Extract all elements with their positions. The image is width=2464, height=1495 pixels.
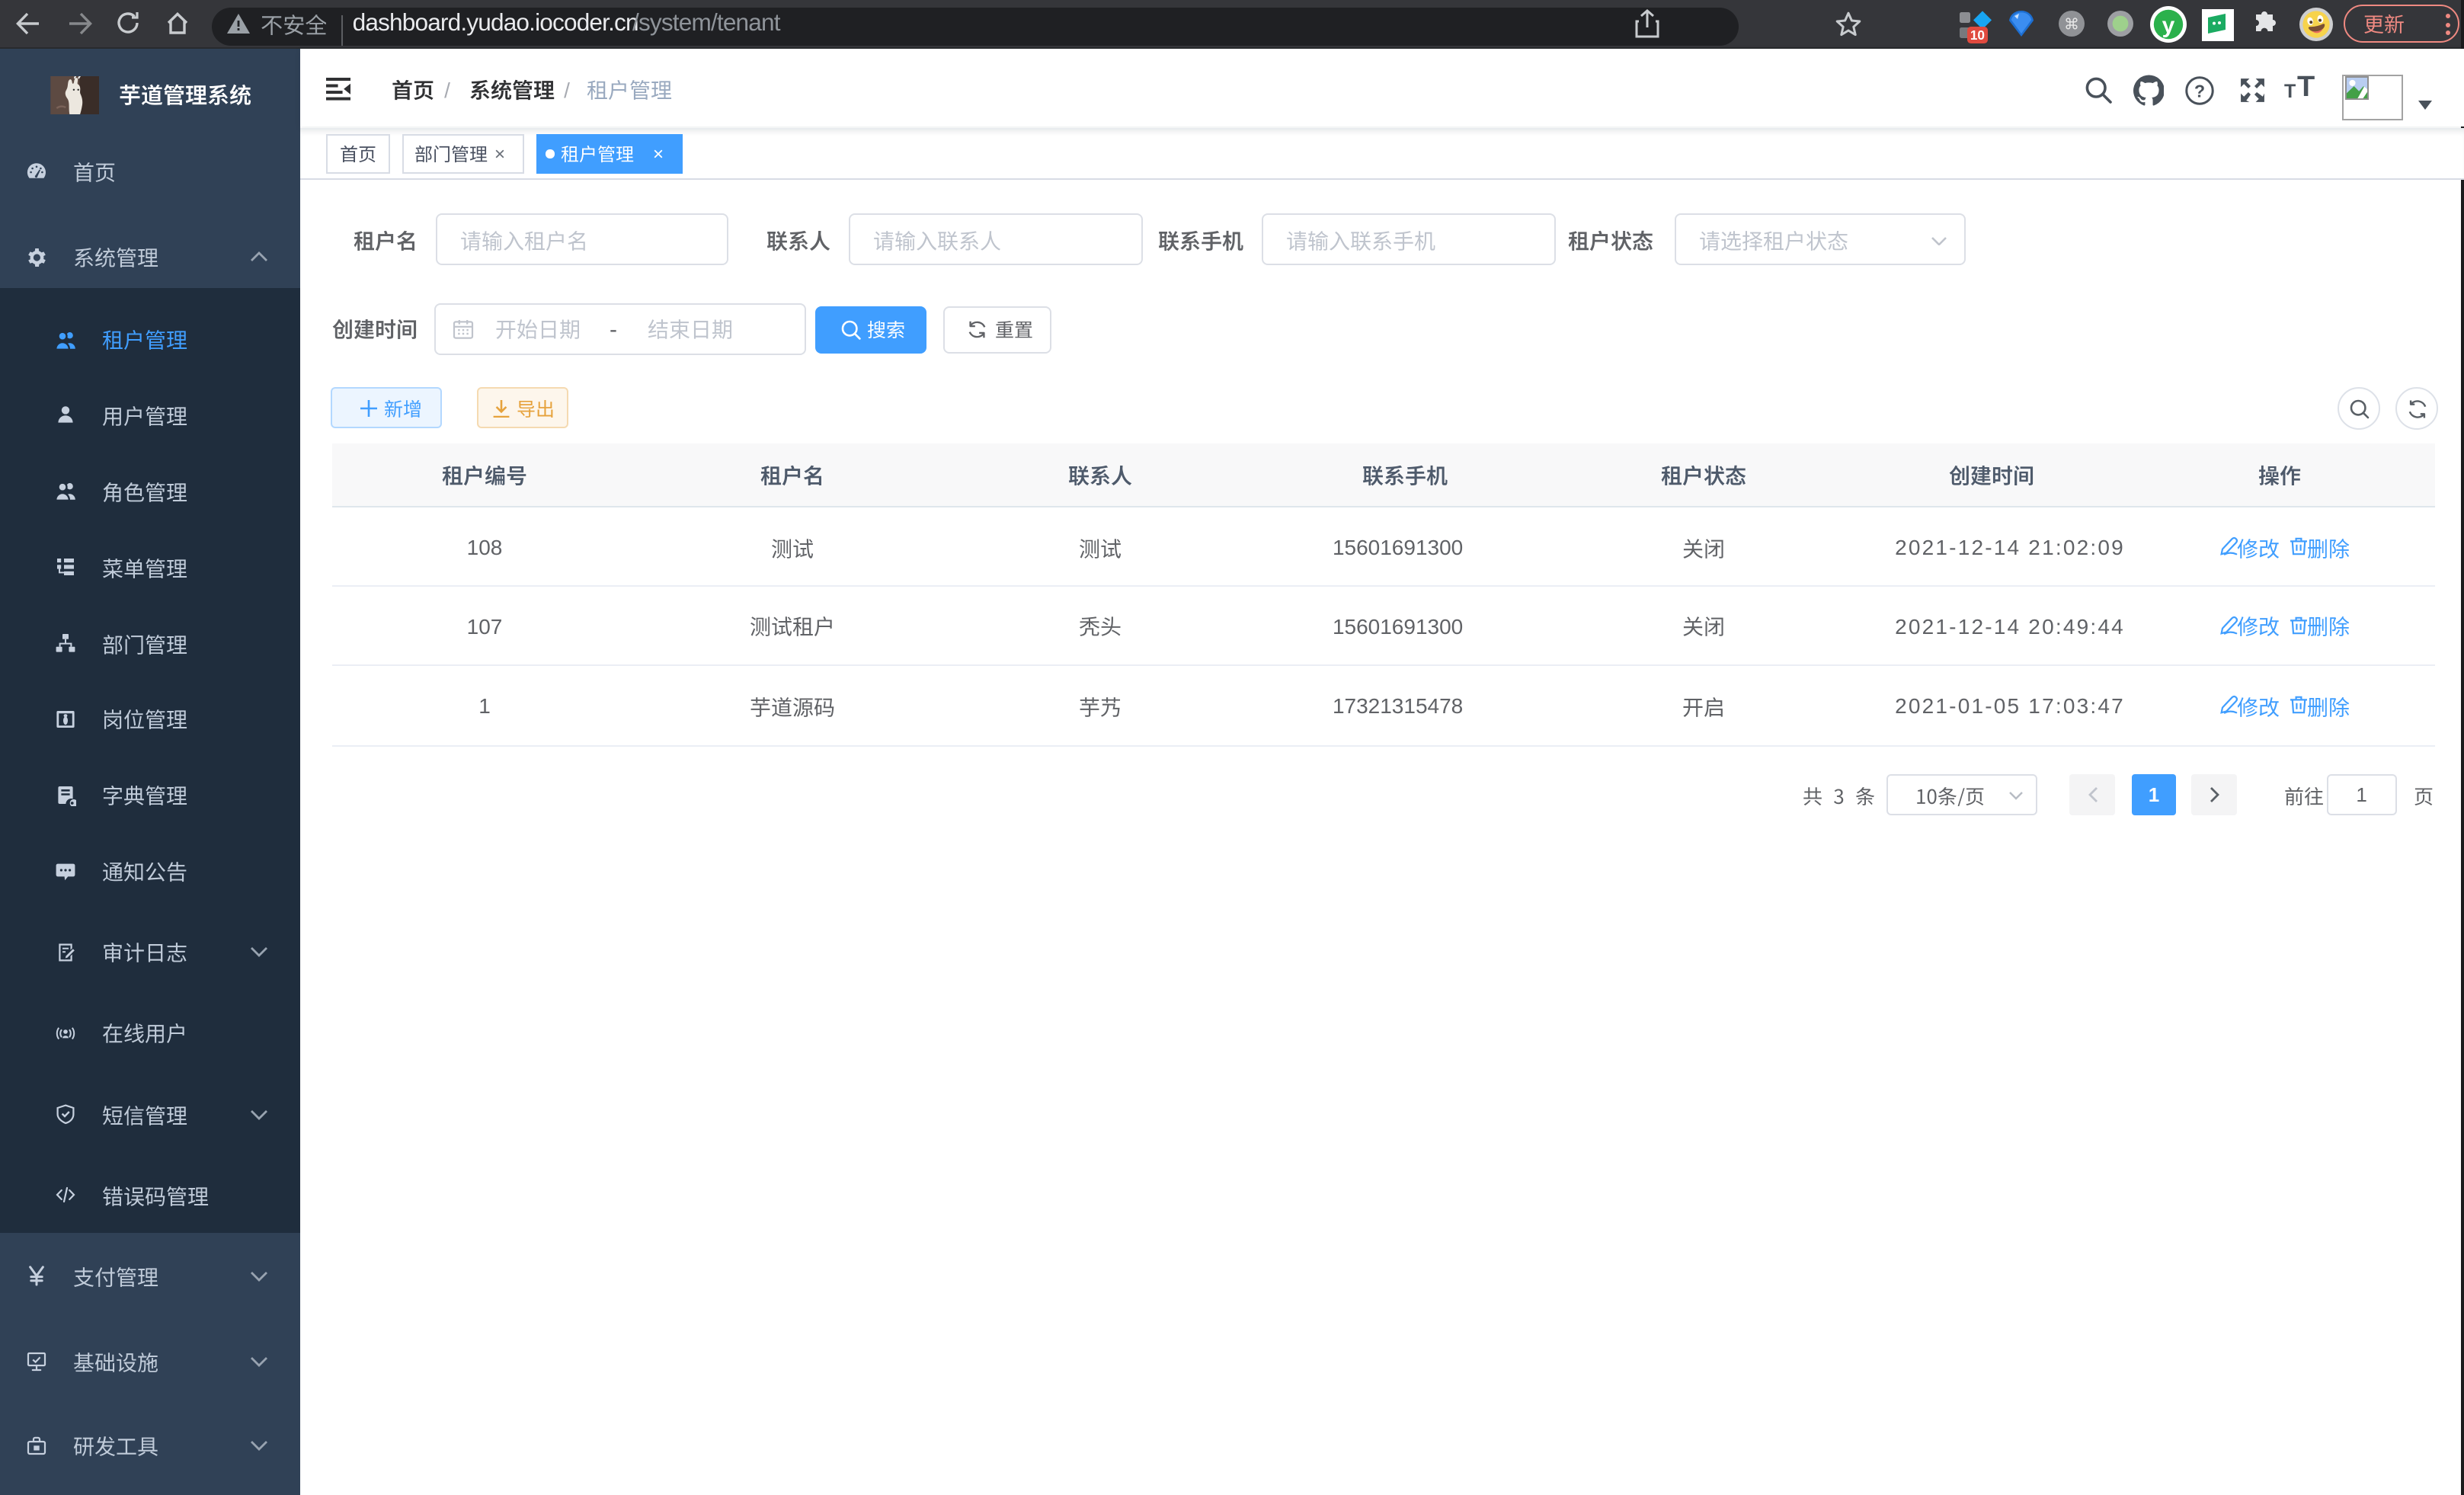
svg-text:y: y (2162, 13, 2174, 38)
svg-text:10: 10 (1970, 27, 1985, 43)
svg-text:⌘: ⌘ (2063, 16, 2078, 33)
svg-text:?: ? (2194, 80, 2205, 100)
